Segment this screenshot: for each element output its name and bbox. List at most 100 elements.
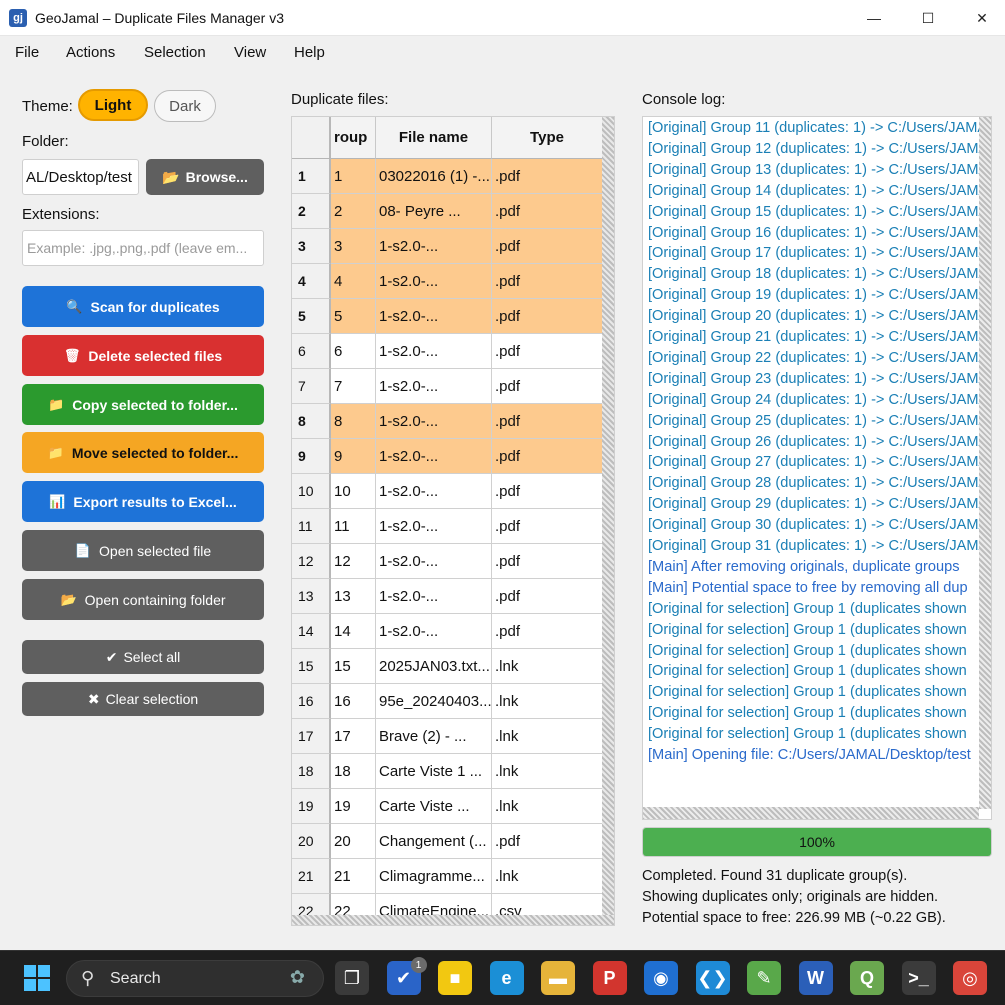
maximize-button[interactable]: ☐ [905,0,951,36]
table-row[interactable]: 6 6 1-s2.0-... .pdf [292,334,603,369]
close-button[interactable]: ✕ [959,0,1005,36]
cell-file-name: 1-s2.0-... [376,404,492,439]
vpn-icon[interactable]: ◉ [644,961,678,995]
open-file-button[interactable]: 📄 Open selected file [22,530,264,571]
table-row[interactable]: 9 9 1-s2.0-... .pdf [292,439,603,474]
cell-group: 20 [331,824,376,859]
scan-button[interactable]: 🔍 Scan for duplicates [22,286,264,327]
menu-help[interactable]: Help [294,44,325,61]
console-vertical-scrollbar[interactable] [979,117,991,809]
select-all-button[interactable]: ✔ Select all [22,640,264,674]
table-row[interactable]: 15 15 2025JAN03.txt... .lnk [292,649,603,684]
menu-file[interactable]: File [15,44,39,61]
cell-file-name: Carte Viste 1 ... [376,754,492,789]
folder-field[interactable]: AL/Desktop/test [22,159,139,195]
cell-file-name: 08- Peyre ... [376,194,492,229]
table-row[interactable]: 11 11 1-s2.0-... .pdf [292,509,603,544]
edge-icon[interactable]: e [489,961,524,995]
task-view-icon[interactable]: ❐ [335,961,369,995]
row-index: 1 [292,159,331,194]
move-button[interactable]: 📁 Move selected to folder... [22,432,264,473]
export-label: Export results to Excel... [73,493,237,510]
table-row[interactable]: 5 5 1-s2.0-... .pdf [292,299,603,334]
table-row[interactable]: 2 2 08- Peyre ... .pdf [292,194,603,229]
folder-icon: 📁 [48,396,65,412]
sticky-notes-icon[interactable]: ■ [438,961,472,995]
column-header-group[interactable]: roup [331,117,376,159]
search-highlight-icon: ✿ [289,967,305,987]
qgis-icon[interactable]: Q [850,961,884,995]
table-row[interactable]: 16 16 95e_20240403... .lnk [292,684,603,719]
cell-group: 8 [331,404,376,439]
menu-selection[interactable]: Selection [144,44,206,61]
table-row[interactable]: 7 7 1-s2.0-... .pdf [292,369,603,404]
console-title: Console log: [642,91,726,108]
progress-bar: 100% [642,827,992,857]
cell-file-name: 1-s2.0-... [376,579,492,614]
open-folder-button[interactable]: 📂 Open containing folder [22,579,264,620]
cell-type: .lnk [492,719,603,754]
table-row[interactable]: 14 14 1-s2.0-... .pdf [292,614,603,649]
cell-file-name: Climagramme... [376,859,492,894]
console-log: [Original] Group 11 (duplicates: 1) -> C… [642,116,992,820]
export-button[interactable]: 📊 Export results to Excel... [22,481,264,522]
table-row[interactable]: 17 17 Brave (2) - ... .lnk [292,719,603,754]
start-button[interactable] [24,965,50,991]
log-line: [Main] Opening file: C:/Users/JAMAL/Desk… [648,747,971,763]
table-horizontal-scrollbar[interactable] [292,915,614,925]
chrome-icon[interactable]: ◎ [953,961,987,995]
theme-dark-button[interactable]: Dark [154,90,216,122]
notepad-icon[interactable]: ✎ [747,961,781,995]
log-line: [Original] Group 30 (duplicates: 1) -> C… [648,517,991,534]
minimize-button[interactable]: — [851,0,897,36]
cell-type: .pdf [492,579,603,614]
clear-selection-button[interactable]: ✖ Clear selection [22,682,264,716]
move-label: Move selected to folder... [71,444,239,461]
column-header-type[interactable]: Type [492,117,603,159]
menu-view[interactable]: View [234,44,266,61]
browse-button[interactable]: 📂 Browse... [146,159,264,195]
copy-button[interactable]: 📁 Copy selected to folder... [22,384,264,425]
menu-actions[interactable]: Actions [66,44,115,61]
column-header-file-name[interactable]: File name [376,117,492,159]
select-all-label: Select all [123,649,181,665]
console-horizontal-scrollbar[interactable] [643,807,979,819]
extensions-input[interactable] [22,230,264,266]
file-explorer-icon[interactable]: ▬ [541,961,575,995]
windows-logo-icon [38,979,50,991]
table-row[interactable]: 10 10 1-s2.0-... .pdf [292,474,603,509]
cell-file-name: 1-s2.0-... [376,369,492,404]
taskbar-search[interactable]: ⚲ Search ✿ [66,960,324,997]
table-row[interactable]: 19 19 Carte Viste ... .lnk [292,789,603,824]
vscode-icon[interactable]: ❮❯ [695,961,730,995]
table-row[interactable]: 8 8 1-s2.0-... .pdf [292,404,603,439]
table-vertical-scrollbar[interactable] [602,117,614,917]
row-index: 7 [292,369,331,404]
title-bar: gj GeoJamal – Duplicate Files Manager v3… [0,0,1005,36]
table-row[interactable]: 20 20 Changement (... .pdf [292,824,603,859]
delete-button[interactable]: 🗑 Delete selected files [22,335,264,376]
terminal-icon[interactable]: >_ [901,961,936,995]
table-row[interactable]: 3 3 1-s2.0-... .pdf [292,229,603,264]
log-line: [Original for selection] Group 1 (duplic… [648,663,967,680]
table-row[interactable]: 4 4 1-s2.0-... .pdf [292,264,603,299]
cell-type: .pdf [492,194,603,229]
table-row[interactable]: 13 13 1-s2.0-... .pdf [292,579,603,614]
status-line-3: Potential space to free: 226.99 MB (~0.2… [642,910,946,926]
table-row[interactable]: 18 18 Carte Viste 1 ... .lnk [292,754,603,789]
table-row[interactable]: 1 1 03022016 (1) -... .pdf [292,159,603,194]
trash-icon: 🗑 [63,347,81,363]
row-index: 6 [292,334,331,369]
cell-file-name: 1-s2.0-... [376,509,492,544]
word-icon[interactable]: W [798,961,833,995]
pdf-icon[interactable]: P [592,961,627,995]
row-index: 18 [292,754,331,789]
row-index: 10 [292,474,331,509]
cell-type: .pdf [492,474,603,509]
table-row[interactable]: 21 21 Climagramme... .lnk [292,859,603,894]
log-line: [Original] Group 15 (duplicates: 1) -> C… [648,203,991,220]
cell-type: .pdf [492,824,603,859]
table-row[interactable]: 12 12 1-s2.0-... .pdf [292,544,603,579]
theme-light-button[interactable]: Light [78,89,148,121]
open-file-label: Open selected file [99,542,212,559]
